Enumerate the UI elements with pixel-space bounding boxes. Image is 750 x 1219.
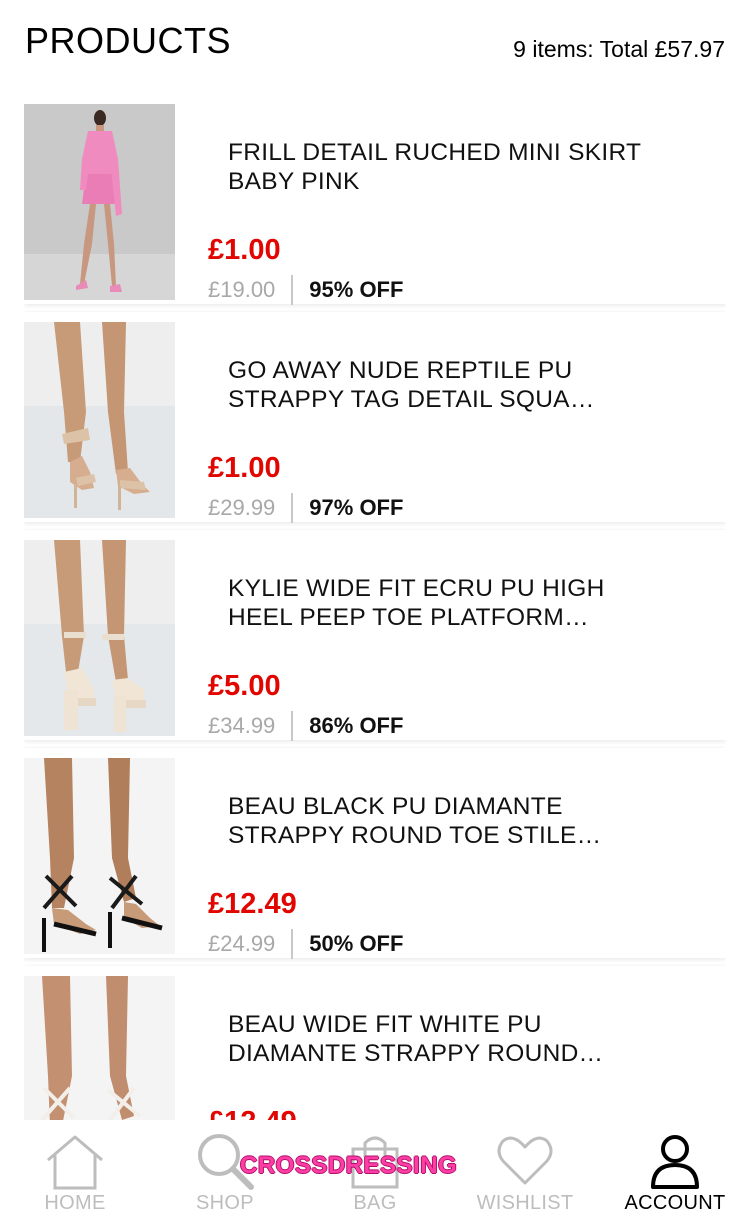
product-name[interactable]: BEAU BLACK PU DIAMANTE STRAPPY ROUND TOE… [228, 792, 648, 850]
original-price: £19.00 [208, 275, 294, 305]
original-price: £29.99 [208, 493, 294, 523]
product-image[interactable] [24, 758, 175, 954]
pink-outfit-image [24, 104, 175, 300]
discount-badge: 50% OFF [309, 931, 404, 956]
product-card[interactable]: KYLIE WIDE FIT ECRU PU HIGH HEEL PEEP TO… [24, 530, 726, 741]
sale-price: £12.49 [208, 1106, 297, 1120]
product-name[interactable]: BEAU WIDE FIT WHITE PU DIAMANTE STRAPPY … [228, 1010, 648, 1068]
tab-wishlist-label: WISHLIST [476, 1192, 574, 1214]
product-card[interactable]: BEAU BLACK PU DIAMANTE STRAPPY ROUND TOE… [24, 748, 726, 959]
tab-account-label: ACCOUNT [624, 1192, 726, 1214]
original-price: £24.99 [208, 929, 294, 959]
product-image[interactable] [24, 104, 175, 300]
tab-wishlist[interactable]: WISHLIST [450, 1121, 600, 1219]
product-name[interactable]: GO AWAY NUDE REPTILE PU STRAPPY TAG DETA… [228, 356, 648, 414]
sale-price: £1.00 [208, 234, 281, 266]
user-icon [651, 1135, 699, 1189]
product-card[interactable]: BEAU WIDE FIT WHITE PU DIAMANTE STRAPPY … [24, 966, 726, 1120]
discount-badge: 95% OFF [309, 277, 404, 302]
sale-price: £5.00 [208, 670, 281, 702]
product-image[interactable] [24, 540, 175, 736]
white-strappy-heel-image [24, 976, 175, 1120]
tab-bag-label: BAG [353, 1192, 397, 1214]
price-comparison: £19.00 95% OFF [208, 275, 403, 305]
tab-home[interactable]: HOME [0, 1121, 150, 1219]
black-strappy-heel-image [24, 758, 175, 954]
product-card[interactable]: FRILL DETAIL RUCHED MINI SKIRT BABY PINK… [24, 94, 726, 305]
tab-home-label: HOME [44, 1192, 106, 1214]
sale-price: £1.00 [208, 452, 281, 484]
cart-summary: 9 items: Total £57.97 [513, 36, 725, 62]
price-comparison: £24.99 50% OFF [208, 929, 403, 959]
product-image[interactable] [24, 976, 175, 1120]
price-comparison: £34.99 86% OFF [208, 711, 403, 741]
brand-watermark: CROSSDRESSING [240, 1152, 458, 1179]
price-comparison: £29.99 97% OFF [208, 493, 403, 523]
discount-badge: 97% OFF [309, 495, 404, 520]
product-card[interactable]: GO AWAY NUDE REPTILE PU STRAPPY TAG DETA… [24, 312, 726, 523]
product-name[interactable]: FRILL DETAIL RUCHED MINI SKIRT BABY PINK [228, 138, 648, 196]
bottom-tab-bar: HOME SHOP BAG WISHLIST ACCOUNT CROSSDRES… [0, 1121, 750, 1219]
heart-icon [497, 1136, 553, 1185]
product-list[interactable]: FRILL DETAIL RUCHED MINI SKIRT BABY PINK… [24, 94, 726, 1120]
discount-badge: 86% OFF [309, 713, 404, 738]
product-name[interactable]: KYLIE WIDE FIT ECRU PU HIGH HEEL PEEP TO… [228, 574, 648, 632]
original-price: £34.99 [208, 711, 294, 741]
nude-sandal-image [24, 322, 175, 518]
ecru-platform-image [24, 540, 175, 736]
home-icon [47, 1135, 103, 1190]
product-image[interactable] [24, 322, 175, 518]
header: PRODUCTS 9 items: Total £57.97 [0, 0, 750, 88]
tab-shop-label: SHOP [196, 1192, 254, 1214]
tab-account[interactable]: ACCOUNT [600, 1121, 750, 1219]
sale-price: £12.49 [208, 888, 297, 920]
page-title: PRODUCTS [25, 20, 232, 61]
